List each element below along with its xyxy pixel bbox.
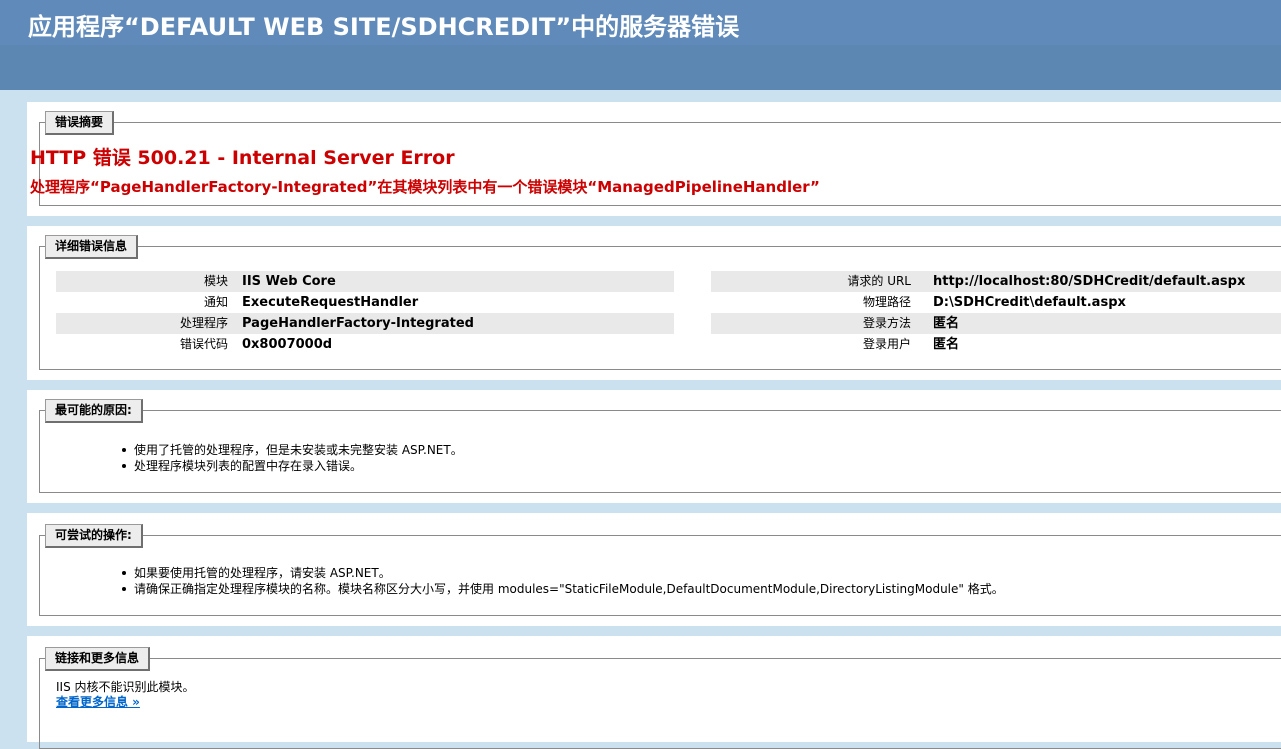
list-item: 处理程序模块列表的配置中存在录入错误。 [120, 458, 463, 474]
detail-row-handler: 处理程序 PageHandlerFactory-Integrated [56, 313, 674, 334]
detail-label: 请求的 URL [847, 274, 911, 288]
detail-value: D:\SDHCredit\default.aspx [933, 295, 1126, 310]
list-item: 使用了托管的处理程序，但是未安装或未完整安装 ASP.NET。 [120, 442, 463, 458]
error-detail: 处理程序“PageHandlerFactory-Integrated”在其模块列… [30, 178, 820, 196]
summary-legend: 错误摘要 [45, 111, 115, 135]
detail-label: 错误代码 [179, 337, 228, 351]
page-title: 应用程序“DEFAULT WEB SITE/SDHCREDIT”中的服务器错误 [28, 13, 740, 41]
detail-label: 登录方法 [862, 316, 911, 330]
detail-row-logon-method: 登录方法 匿名 [711, 313, 1281, 334]
list-item: 请确保正确指定处理程序模块的名称。模块名称区分大小写，并使用 modules="… [120, 581, 1004, 597]
detail-label: 物理路径 [862, 295, 911, 309]
detail-row-logon-user: 登录用户 匿名 [711, 334, 1281, 355]
detail-value: 匿名 [933, 337, 960, 352]
actions-legend: 可尝试的操作: [45, 524, 143, 548]
detail-row-request-url: 请求的 URL http://localhost:80/SDHCredit/de… [711, 271, 1281, 292]
detail-value: PageHandlerFactory-Integrated [242, 316, 474, 331]
detail-label: 处理程序 [179, 316, 228, 330]
list-item: 如果要使用托管的处理程序，请安装 ASP.NET。 [120, 565, 1004, 581]
causes-legend: 最可能的原因: [45, 399, 143, 423]
actions-list: 如果要使用托管的处理程序，请安装 ASP.NET。 请确保正确指定处理程序模块的… [120, 565, 1004, 597]
detail-row-error-code: 错误代码 0x8007000d [56, 334, 674, 355]
more-info-link[interactable]: 查看更多信息 » [56, 693, 140, 710]
detail-value: 0x8007000d [242, 337, 333, 352]
detail-label: 登录用户 [862, 337, 911, 351]
detail-label: 模块 [203, 274, 228, 288]
detail-row-module: 模块 IIS Web Core [56, 271, 674, 292]
detail-value: 匿名 [933, 316, 960, 331]
detail-row-physical-path: 物理路径 D:\SDHCredit\default.aspx [711, 292, 1281, 313]
detail-label: 通知 [203, 295, 228, 309]
details-legend: 详细错误信息 [45, 235, 139, 259]
links-panel: 链接和更多信息 [27, 636, 1281, 749]
links-fieldset: 链接和更多信息 [39, 647, 1281, 749]
detail-value: http://localhost:80/SDHCredit/default.as… [933, 274, 1246, 289]
page-header: 应用程序“DEFAULT WEB SITE/SDHCREDIT”中的服务器错误 [0, 0, 1281, 90]
detail-value: ExecuteRequestHandler [242, 295, 419, 310]
detail-row-notification: 通知 ExecuteRequestHandler [56, 292, 674, 313]
links-legend: 链接和更多信息 [45, 647, 151, 671]
error-title: HTTP 错误 500.21 - Internal Server Error [30, 147, 455, 169]
causes-list: 使用了托管的处理程序，但是未安装或未完整安装 ASP.NET。 处理程序模块列表… [120, 442, 463, 474]
detail-value: IIS Web Core [242, 274, 336, 289]
